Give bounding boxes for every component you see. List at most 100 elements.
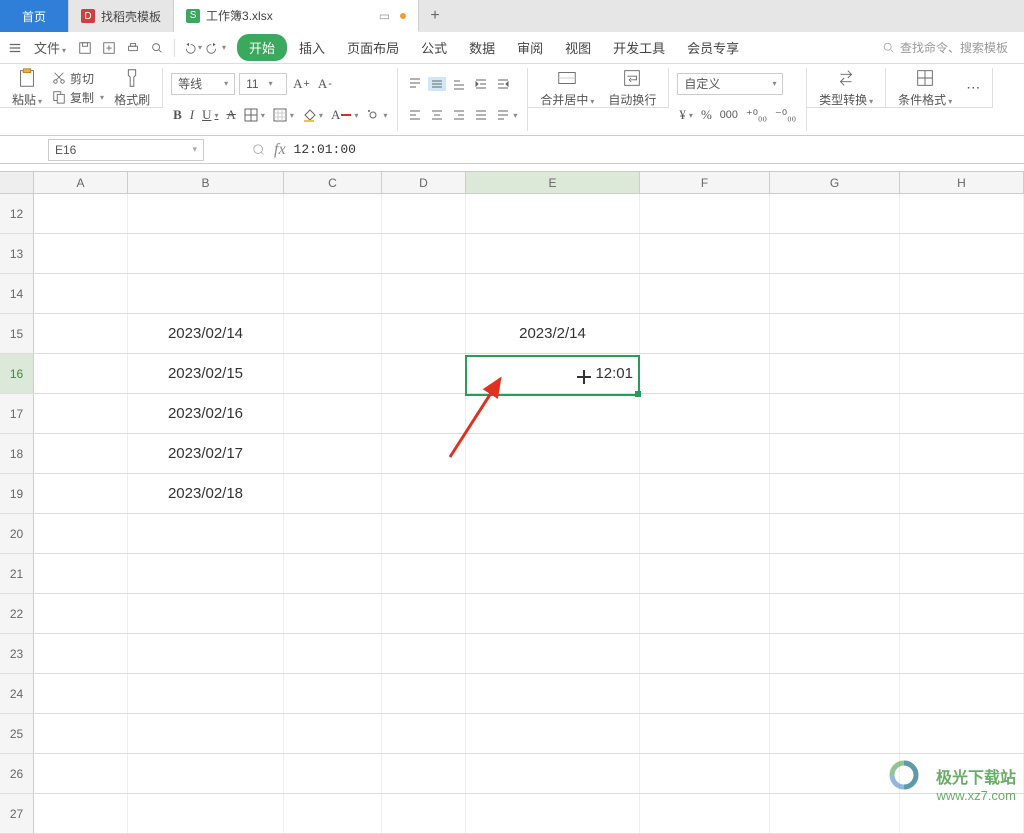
preview-icon[interactable] — [148, 39, 166, 57]
select-all-corner[interactable] — [0, 172, 34, 193]
align-right-button[interactable] — [450, 108, 468, 122]
cell-E26[interactable] — [466, 754, 640, 793]
tab-home[interactable]: 首页 — [0, 0, 69, 32]
cell-H19[interactable] — [900, 474, 1024, 513]
cell-H17[interactable] — [900, 394, 1024, 433]
cell-A21[interactable] — [34, 554, 128, 593]
cell-F25[interactable] — [640, 714, 770, 753]
thousands-button[interactable]: 000 — [718, 109, 740, 121]
cell-G22[interactable] — [770, 594, 900, 633]
cell-F18[interactable] — [640, 434, 770, 473]
paste-button[interactable]: 粘贴 — [8, 67, 46, 108]
align-bottom-button[interactable] — [450, 77, 468, 91]
cell-E14[interactable] — [466, 274, 640, 313]
tab-insert[interactable]: 插入 — [289, 32, 335, 63]
effects-button[interactable] — [364, 108, 389, 122]
cell-B20[interactable] — [128, 514, 284, 553]
cell-B19[interactable]: 2023/02/18 — [128, 474, 284, 513]
cell-B13[interactable] — [128, 234, 284, 273]
cell-F12[interactable] — [640, 194, 770, 233]
rowh-26[interactable]: 26 — [0, 754, 34, 793]
rowh-15[interactable]: 15 — [0, 314, 34, 353]
save-as-icon[interactable] — [100, 39, 118, 57]
merge-button[interactable]: 合并居中 — [536, 67, 598, 108]
cell-A13[interactable] — [34, 234, 128, 273]
cell-A27[interactable] — [34, 794, 128, 833]
cell-E25[interactable] — [466, 714, 640, 753]
indent-left-button[interactable] — [472, 77, 490, 91]
cell-G23[interactable] — [770, 634, 900, 673]
rowh-19[interactable]: 19 — [0, 474, 34, 513]
cell-B24[interactable] — [128, 674, 284, 713]
redo-icon[interactable] — [207, 39, 225, 57]
tab-file[interactable]: S 工作簿3.xlsx ▭ — [174, 0, 419, 32]
cell-D20[interactable] — [382, 514, 466, 553]
type-convert-button[interactable]: 类型转换 — [815, 67, 877, 108]
cell-G26[interactable] — [770, 754, 900, 793]
align-left-button[interactable] — [406, 108, 424, 122]
tab-member[interactable]: 会员专享 — [677, 32, 749, 63]
currency-button[interactable]: ¥ — [677, 107, 695, 123]
cell-G17[interactable] — [770, 394, 900, 433]
cell-B17[interactable]: 2023/02/16 — [128, 394, 284, 433]
cell-C22[interactable] — [284, 594, 382, 633]
cell-G24[interactable] — [770, 674, 900, 713]
cell-C21[interactable] — [284, 554, 382, 593]
cell-A14[interactable] — [34, 274, 128, 313]
cell-G18[interactable] — [770, 434, 900, 473]
decrease-decimal-button[interactable]: ⁻⁰₀₀ — [773, 107, 798, 123]
tab-dev[interactable]: 开发工具 — [603, 32, 675, 63]
cell-A22[interactable] — [34, 594, 128, 633]
cell-A26[interactable] — [34, 754, 128, 793]
tab-review[interactable]: 审阅 — [507, 32, 553, 63]
copy-button[interactable]: 复制 — [52, 89, 104, 106]
cell-D15[interactable] — [382, 314, 466, 353]
cell-E16[interactable]: 12:01 — [466, 354, 640, 393]
cell-G20[interactable] — [770, 514, 900, 553]
cell-H13[interactable] — [900, 234, 1024, 273]
print-icon[interactable] — [124, 39, 142, 57]
cell-A12[interactable] — [34, 194, 128, 233]
cell-C19[interactable] — [284, 474, 382, 513]
cut-button[interactable]: 剪切 — [52, 70, 104, 87]
rowh-27[interactable]: 27 — [0, 794, 34, 833]
formula-input[interactable]: 12:01:00 — [294, 142, 356, 157]
decrease-font-button[interactable]: A- — [316, 76, 334, 92]
orientation-button[interactable] — [494, 108, 519, 122]
undo-icon[interactable] — [183, 39, 201, 57]
cell-E12[interactable] — [466, 194, 640, 233]
cell-E18[interactable] — [466, 434, 640, 473]
cell-B18[interactable]: 2023/02/17 — [128, 434, 284, 473]
col-F[interactable]: F — [640, 172, 770, 193]
cell-style-button[interactable] — [271, 108, 296, 122]
cell-A19[interactable] — [34, 474, 128, 513]
cond-format-button[interactable]: 条件格式 — [894, 67, 956, 108]
cell-B25[interactable] — [128, 714, 284, 753]
cell-C12[interactable] — [284, 194, 382, 233]
italic-button[interactable]: I — [188, 107, 196, 123]
cell-H18[interactable] — [900, 434, 1024, 473]
col-E[interactable]: E — [466, 172, 640, 193]
hamburger-icon[interactable] — [6, 39, 24, 57]
cell-F16[interactable] — [640, 354, 770, 393]
cell-C16[interactable] — [284, 354, 382, 393]
cell-C18[interactable] — [284, 434, 382, 473]
cell-G15[interactable] — [770, 314, 900, 353]
cell-E22[interactable] — [466, 594, 640, 633]
cell-E21[interactable] — [466, 554, 640, 593]
cell-G12[interactable] — [770, 194, 900, 233]
number-format-select[interactable]: 自定义 — [677, 73, 783, 95]
cell-F23[interactable] — [640, 634, 770, 673]
strike-button[interactable]: A — [225, 107, 238, 123]
cell-D12[interactable] — [382, 194, 466, 233]
cell-F13[interactable] — [640, 234, 770, 273]
cell-B26[interactable] — [128, 754, 284, 793]
cell-C26[interactable] — [284, 754, 382, 793]
cell-H21[interactable] — [900, 554, 1024, 593]
cell-C20[interactable] — [284, 514, 382, 553]
cell-C27[interactable] — [284, 794, 382, 833]
cell-C25[interactable] — [284, 714, 382, 753]
cell-B23[interactable] — [128, 634, 284, 673]
cell-C13[interactable] — [284, 234, 382, 273]
cell-C14[interactable] — [284, 274, 382, 313]
